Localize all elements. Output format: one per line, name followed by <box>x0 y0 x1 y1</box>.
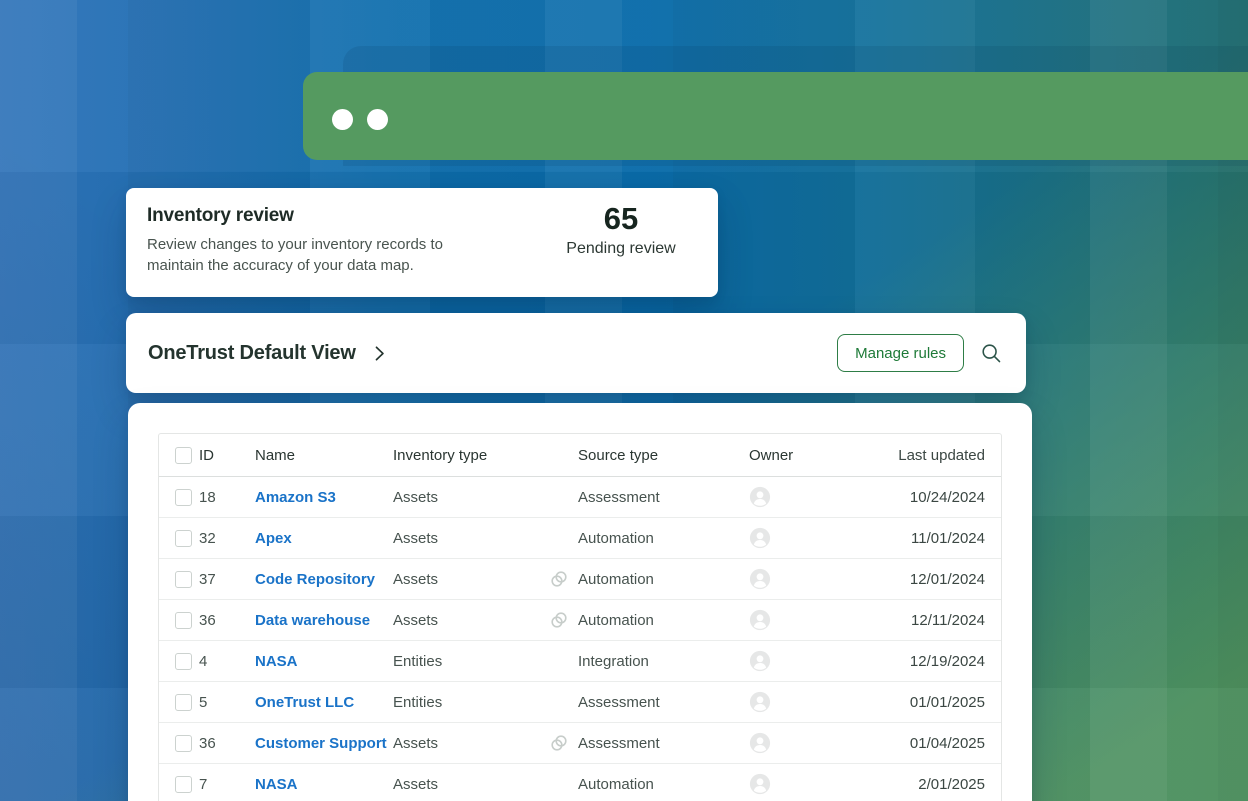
linked-icon <box>549 569 569 589</box>
row-id: 18 <box>199 489 255 506</box>
chevron-right-icon <box>371 345 388 362</box>
row-name-link[interactable]: NASA <box>255 776 298 793</box>
row-name-link[interactable]: NASA <box>255 653 298 670</box>
table-row: 36 Data warehouse Assets Automation 12/1… <box>159 600 1001 641</box>
row-source-type: Automation <box>578 530 654 547</box>
row-name-link[interactable]: OneTrust LLC <box>255 694 354 711</box>
row-source-type: Assessment <box>578 735 660 752</box>
linked-icon <box>549 610 569 630</box>
inventory-table-card: ID Name Inventory type Source type Owner… <box>128 403 1032 801</box>
column-header-name[interactable]: Name <box>255 447 393 464</box>
row-checkbox[interactable] <box>175 571 192 588</box>
card-description: Review changes to your inventory records… <box>147 234 499 277</box>
column-header-source-type[interactable]: Source type <box>549 447 749 464</box>
row-inventory-type: Assets <box>393 530 549 547</box>
column-header-inventory-type[interactable]: Inventory type <box>393 447 549 464</box>
row-name-link[interactable]: Amazon S3 <box>255 489 336 506</box>
row-checkbox[interactable] <box>175 530 192 547</box>
row-inventory-type: Assets <box>393 735 549 752</box>
owner-avatar-icon <box>749 527 771 549</box>
row-last-updated: 01/01/2025 <box>859 694 1001 711</box>
linked-icon <box>549 733 569 753</box>
row-checkbox[interactable] <box>175 735 192 752</box>
table-header-row: ID Name Inventory type Source type Owner… <box>159 434 1001 477</box>
row-last-updated: 12/11/2024 <box>859 612 1001 629</box>
row-source-type: Integration <box>578 653 649 670</box>
table-row: 5 OneTrust LLC Entities Assessment 01/01… <box>159 682 1001 723</box>
pending-review-stat: 65 Pending review <box>531 201 711 258</box>
table-row: 7 NASA Assets Automation 2/01/2025 <box>159 764 1001 801</box>
owner-avatar-icon <box>749 486 771 508</box>
card-title: Inventory review <box>147 205 517 227</box>
row-source-type: Automation <box>578 776 654 793</box>
column-header-last-updated[interactable]: Last updated <box>859 447 1001 464</box>
column-header-id[interactable]: ID <box>199 447 255 464</box>
row-last-updated: 12/01/2024 <box>859 571 1001 588</box>
row-id: 32 <box>199 530 255 547</box>
table-row: 18 Amazon S3 Assets Assessment 10/24/202… <box>159 477 1001 518</box>
desktop-background: Inventory review Review changes to your … <box>0 0 1248 801</box>
window-control-dot[interactable] <box>332 109 353 130</box>
row-checkbox[interactable] <box>175 776 192 793</box>
row-id: 4 <box>199 653 255 670</box>
row-last-updated: 01/04/2025 <box>859 735 1001 752</box>
manage-rules-button[interactable]: Manage rules <box>837 334 964 372</box>
row-id: 5 <box>199 694 255 711</box>
inventory-table: ID Name Inventory type Source type Owner… <box>158 433 1002 801</box>
table-row: 32 Apex Assets Automation 11/01/2024 <box>159 518 1001 559</box>
owner-avatar-icon <box>749 568 771 590</box>
view-selector[interactable]: OneTrust Default View <box>148 342 388 365</box>
row-inventory-type: Assets <box>393 612 549 629</box>
row-last-updated: 11/01/2024 <box>859 530 1001 547</box>
row-inventory-type: Assets <box>393 571 549 588</box>
row-name-link[interactable]: Code Repository <box>255 571 375 588</box>
owner-avatar-icon <box>749 732 771 754</box>
owner-avatar-icon <box>749 773 771 795</box>
select-all-checkbox[interactable] <box>175 447 192 464</box>
row-name-link[interactable]: Apex <box>255 530 292 547</box>
row-source-type: Assessment <box>578 694 660 711</box>
window-control-dot[interactable] <box>367 109 388 130</box>
window-title-bar <box>303 72 1248 160</box>
row-name-link[interactable]: Customer Support <box>255 735 387 752</box>
row-inventory-type: Entities <box>393 694 549 711</box>
row-inventory-type: Assets <box>393 489 549 506</box>
row-source-type: Automation <box>578 571 654 588</box>
row-checkbox[interactable] <box>175 694 192 711</box>
row-name-link[interactable]: Data warehouse <box>255 612 370 629</box>
row-inventory-type: Entities <box>393 653 549 670</box>
row-id: 36 <box>199 612 255 629</box>
view-title: OneTrust Default View <box>148 342 356 365</box>
row-last-updated: 12/19/2024 <box>859 653 1001 670</box>
table-body: 18 Amazon S3 Assets Assessment 10/24/202… <box>159 477 1001 801</box>
column-header-owner[interactable]: Owner <box>749 447 859 464</box>
owner-avatar-icon <box>749 691 771 713</box>
table-row: 36 Customer Support Assets Assessment 01… <box>159 723 1001 764</box>
row-id: 36 <box>199 735 255 752</box>
row-last-updated: 2/01/2025 <box>859 776 1001 793</box>
search-icon[interactable] <box>980 342 1002 364</box>
row-id: 37 <box>199 571 255 588</box>
row-last-updated: 10/24/2024 <box>859 489 1001 506</box>
row-checkbox[interactable] <box>175 489 192 506</box>
view-bar: OneTrust Default View Manage rules <box>126 313 1026 393</box>
stat-label: Pending review <box>531 240 711 258</box>
inventory-review-card: Inventory review Review changes to your … <box>126 188 718 297</box>
table-row: 37 Code Repository Assets Automation 12/… <box>159 559 1001 600</box>
table-row: 4 NASA Entities Integration 12/19/2024 <box>159 641 1001 682</box>
stat-value: 65 <box>531 201 711 237</box>
row-source-type: Assessment <box>578 489 660 506</box>
row-checkbox[interactable] <box>175 612 192 629</box>
row-id: 7 <box>199 776 255 793</box>
owner-avatar-icon <box>749 609 771 631</box>
row-source-type: Automation <box>578 612 654 629</box>
owner-avatar-icon <box>749 650 771 672</box>
row-checkbox[interactable] <box>175 653 192 670</box>
row-inventory-type: Assets <box>393 776 549 793</box>
